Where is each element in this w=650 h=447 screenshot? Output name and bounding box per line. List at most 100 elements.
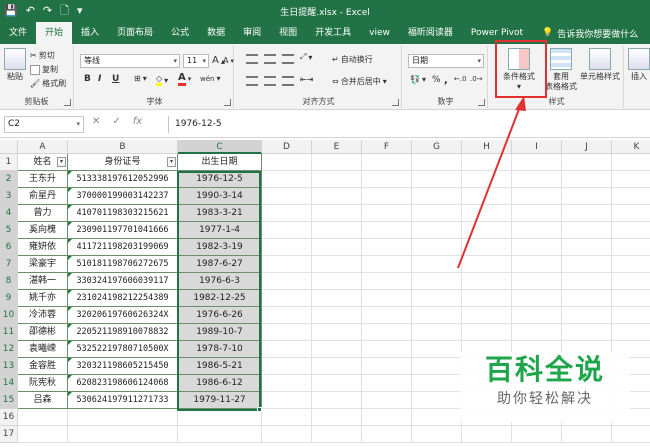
name-cell[interactable]: 俞星丹 [18,188,68,205]
column-header-h[interactable]: H [462,140,512,154]
row-header-5[interactable]: 5 [0,222,18,239]
header-cell[interactable]: 身份证号 ▾ [68,154,178,171]
empty-cell[interactable] [362,239,412,256]
empty-cell[interactable] [18,409,68,426]
empty-cell[interactable] [362,154,412,171]
column-header-d[interactable]: D [262,140,312,154]
alignment-launcher-icon[interactable] [392,99,399,106]
birthdate-cell[interactable]: 1983-3-21 [178,205,262,222]
empty-cell[interactable] [68,426,178,443]
empty-cell[interactable] [312,392,362,409]
row-header-3[interactable]: 3 [0,188,18,205]
row-header-16[interactable]: 16 [0,409,18,426]
copy-button[interactable]: 复制 [30,64,58,75]
select-all-corner[interactable] [0,140,18,154]
empty-cell[interactable] [312,222,362,239]
empty-cell[interactable] [412,222,462,239]
empty-cell[interactable] [462,290,512,307]
empty-cell[interactable] [262,273,312,290]
tab-foxit-reader[interactable]: 福昕阅读器 [399,22,462,44]
column-header-b[interactable]: B [68,140,178,154]
decrease-decimal-button[interactable]: .0→ [470,75,483,83]
empty-cell[interactable] [312,358,362,375]
empty-cell[interactable] [262,392,312,409]
empty-cell[interactable] [362,324,412,341]
empty-cell[interactable] [512,290,562,307]
empty-cell[interactable] [512,205,562,222]
empty-cell[interactable] [262,154,312,171]
empty-cell[interactable] [612,171,650,188]
tab-data[interactable]: 数据 [198,22,234,44]
birthdate-cell[interactable]: 1976-12-5 [178,171,262,188]
empty-cell[interactable] [512,256,562,273]
empty-cell[interactable] [362,409,412,426]
id-number-cell[interactable]: 513338197612052996 [68,171,178,188]
empty-cell[interactable] [562,188,612,205]
empty-cell[interactable] [362,290,412,307]
underline-button[interactable]: U [112,74,119,84]
name-cell[interactable]: 阮宪秋 [18,375,68,392]
empty-cell[interactable] [412,358,462,375]
id-number-cell[interactable]: 510181198706272675 [68,256,178,273]
id-number-cell[interactable]: 411721198203199069 [68,239,178,256]
empty-cell[interactable] [512,426,562,443]
column-header-f[interactable]: F [362,140,412,154]
column-header-j[interactable]: J [562,140,612,154]
empty-cell[interactable] [362,256,412,273]
tab-formulas[interactable]: 公式 [162,22,198,44]
font-size-select[interactable]: 11 ▾ [183,54,209,68]
empty-cell[interactable] [512,154,562,171]
name-cell[interactable]: 金容胜 [18,358,68,375]
tab-review[interactable]: 审阅 [234,22,270,44]
borders-button[interactable]: ⊞ ▾ [134,74,147,83]
empty-cell[interactable] [462,171,512,188]
insert-function-icon[interactable]: fx [133,116,142,127]
cut-button[interactable]: ✂ 剪切 [30,50,55,61]
name-cell[interactable]: 雍妍依 [18,239,68,256]
merge-center-button[interactable]: ⇔ 合并后居中 ▾ [332,76,387,87]
indent-buttons[interactable]: ⇤⇥ [300,75,313,84]
row-header-8[interactable]: 8 [0,273,18,290]
empty-cell[interactable] [262,171,312,188]
id-number-cell[interactable]: 220521198910078832 [68,324,178,341]
enter-icon[interactable]: ✓ [112,116,120,127]
empty-cell[interactable] [462,239,512,256]
fill-color-button[interactable]: ◇ ▾ [156,74,168,86]
empty-cell[interactable] [262,375,312,392]
empty-cell[interactable] [612,205,650,222]
empty-cell[interactable] [362,273,412,290]
birthdate-cell[interactable]: 1986-6-12 [178,375,262,392]
empty-cell[interactable] [612,426,650,443]
empty-cell[interactable] [562,154,612,171]
empty-cell[interactable] [312,307,362,324]
empty-cell[interactable] [312,171,362,188]
empty-cell[interactable] [412,324,462,341]
empty-cell[interactable] [562,273,612,290]
empty-cell[interactable] [362,307,412,324]
formula-input[interactable]: 1976-12-5 [168,116,646,133]
empty-cell[interactable] [462,324,512,341]
accounting-format-button[interactable]: 💱 ▾ [410,75,426,84]
percent-button[interactable]: % [432,75,441,85]
empty-cell[interactable] [262,188,312,205]
empty-cell[interactable] [412,188,462,205]
birthdate-cell[interactable]: 1982-12-25 [178,290,262,307]
empty-cell[interactable] [462,426,512,443]
empty-cell[interactable] [412,392,462,409]
id-number-cell[interactable]: 230901197701041666 [68,222,178,239]
empty-cell[interactable] [362,205,412,222]
empty-cell[interactable] [612,256,650,273]
italic-button[interactable]: I [98,74,101,84]
name-cell[interactable]: 奚向槐 [18,222,68,239]
row-header-7[interactable]: 7 [0,256,18,273]
empty-cell[interactable] [262,256,312,273]
empty-cell[interactable] [262,307,312,324]
tab-view[interactable]: 视图 [270,22,306,44]
empty-cell[interactable] [312,426,362,443]
birthdate-cell[interactable]: 1976-6-3 [178,273,262,290]
align-center-icon[interactable] [264,76,276,86]
empty-cell[interactable] [562,256,612,273]
empty-cell[interactable] [178,426,262,443]
empty-cell[interactable] [562,171,612,188]
row-header-10[interactable]: 10 [0,307,18,324]
